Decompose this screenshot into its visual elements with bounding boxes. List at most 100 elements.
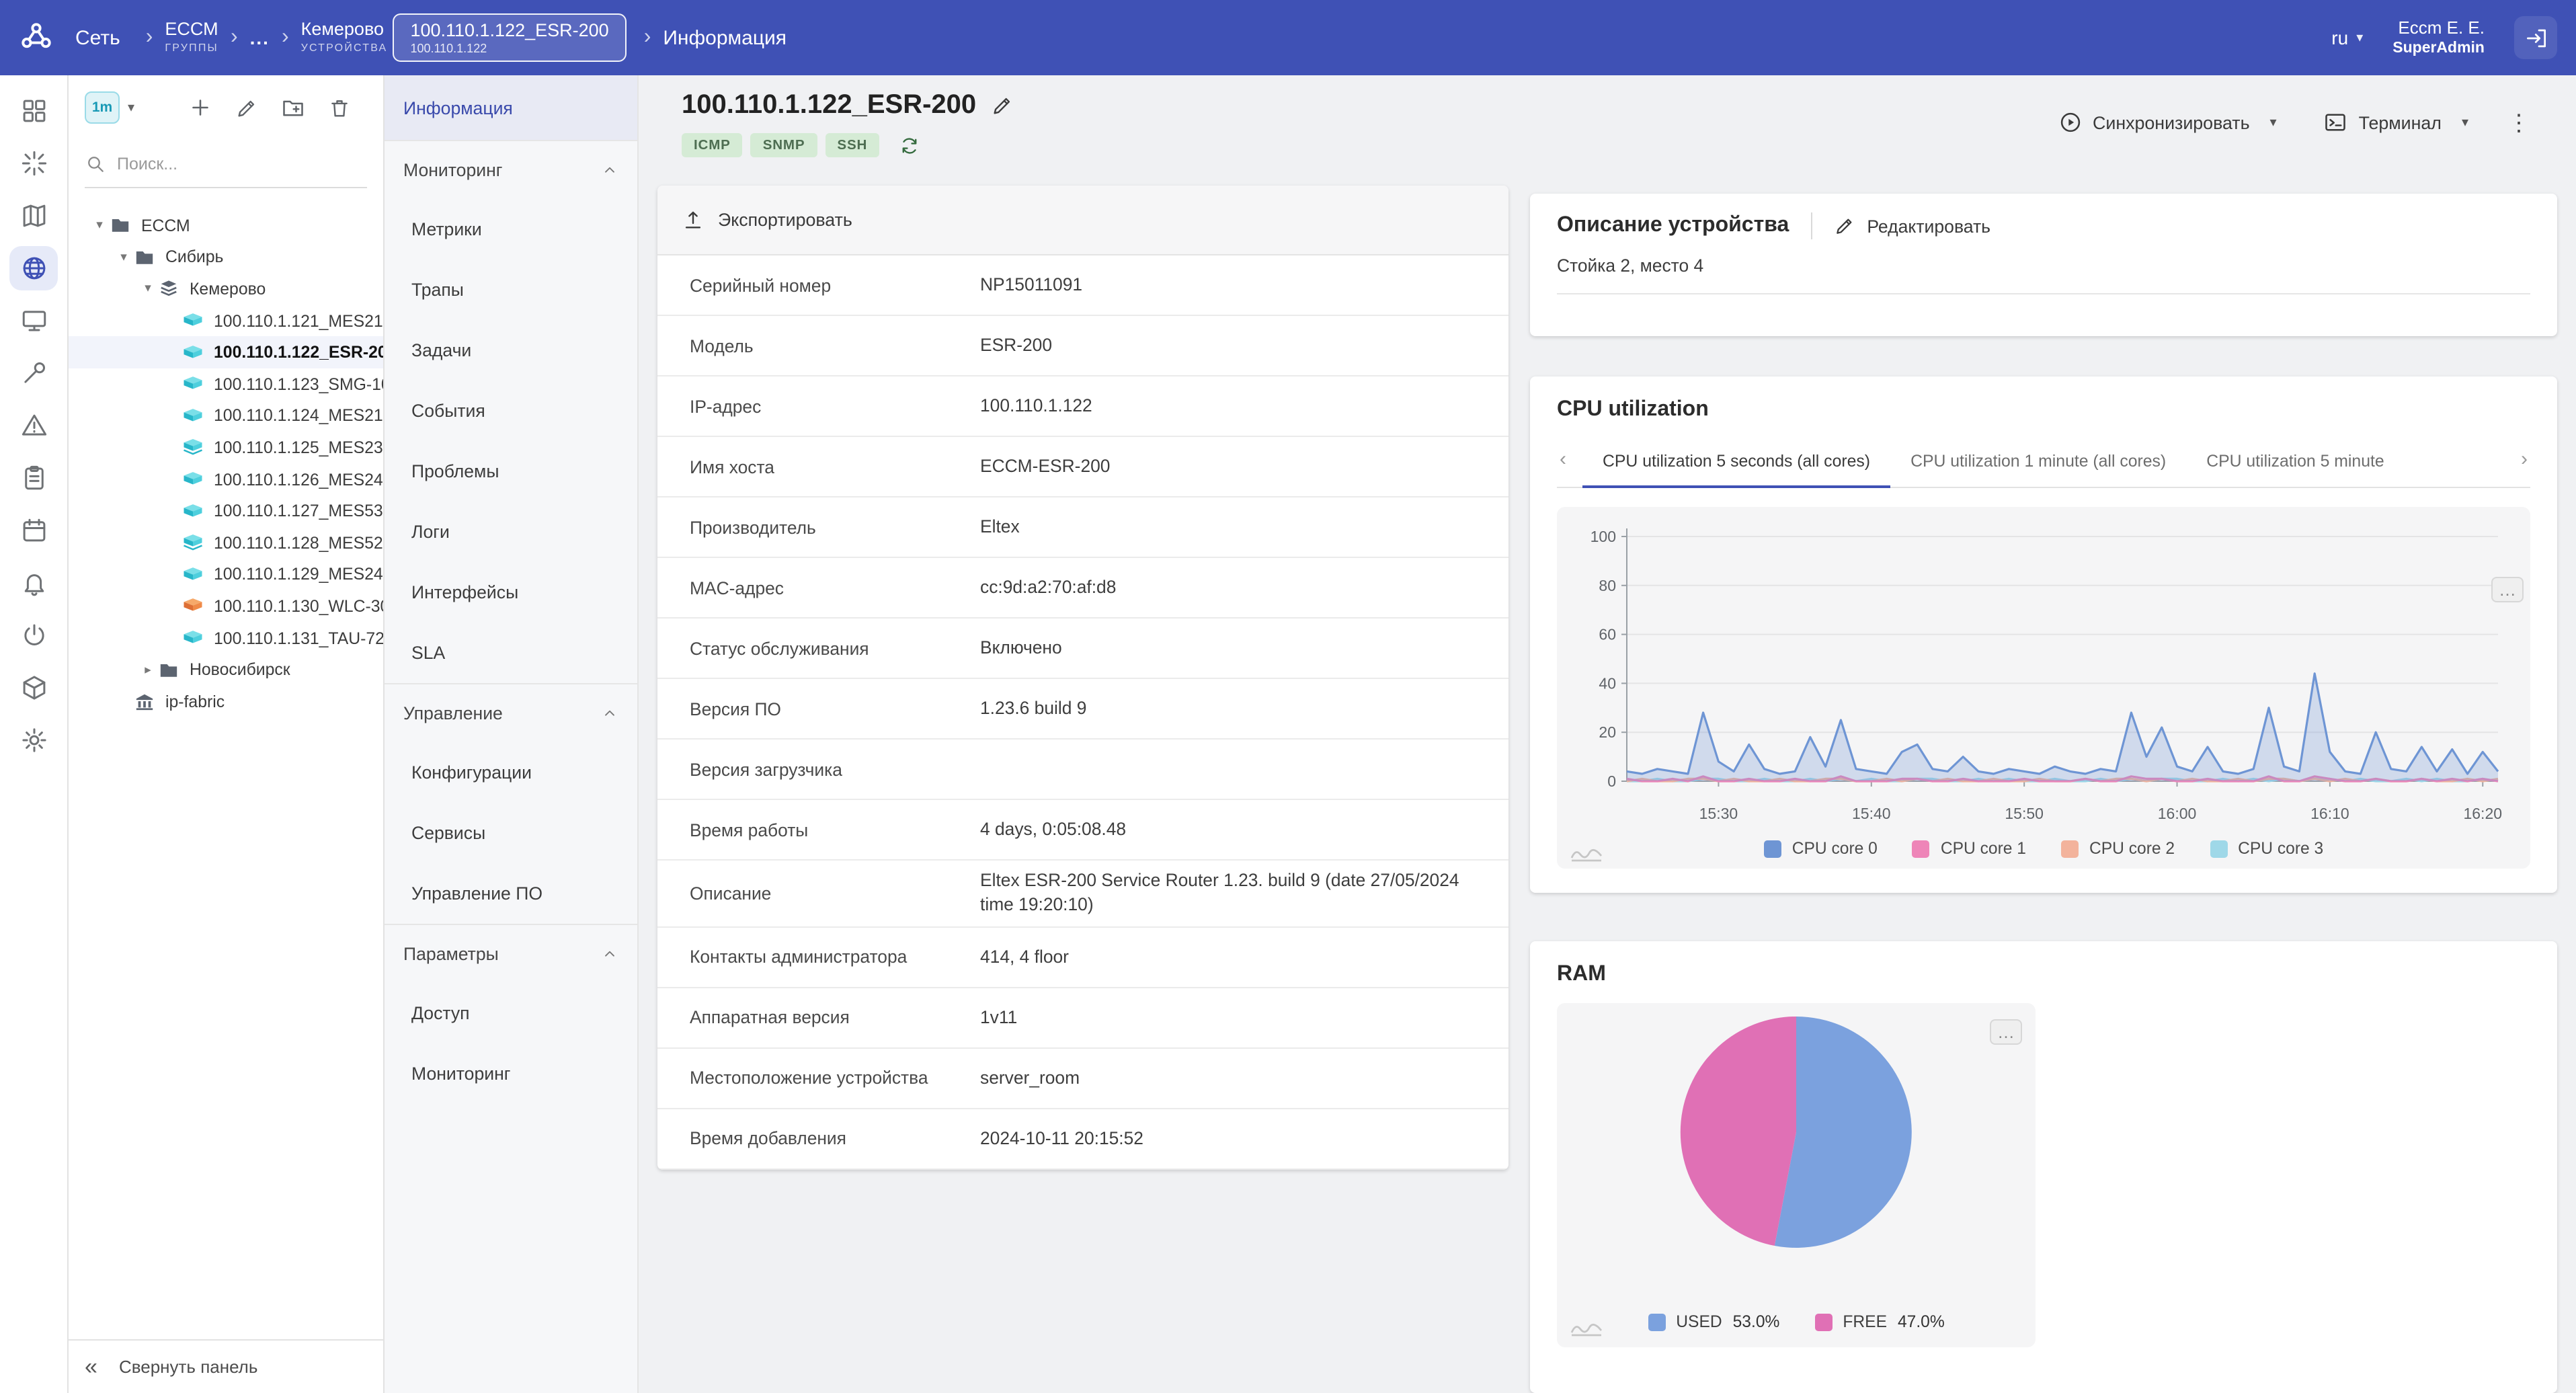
tree-caret-icon[interactable]: ▸ [138, 662, 157, 677]
subnav-item[interactable]: Сервисы [385, 803, 637, 863]
subnav-item[interactable]: Интерфейсы [385, 562, 637, 623]
more-actions-button[interactable]: ⋮ [2497, 108, 2541, 136]
user-menu[interactable]: Eccm E. E. SuperAdmin [2392, 17, 2485, 58]
subnav-item[interactable]: Мониторинг [385, 1043, 637, 1104]
rail-item-maps[interactable] [9, 194, 58, 238]
tree-node[interactable]: 100.110.1.127_MES531 [69, 495, 383, 527]
subnav-item[interactable]: Трапы [385, 260, 637, 320]
language-selector[interactable]: ru ▾ [2331, 27, 2363, 48]
tree-node[interactable]: 100.110.1.126_MES242 [69, 464, 383, 495]
tree-node[interactable]: 100.110.1.121_MES212 [69, 305, 383, 337]
subnav-item[interactable]: Задачи [385, 320, 637, 381]
cpu-tab[interactable]: CPU utilization 5 minute [2186, 436, 2390, 487]
subnav-section[interactable]: Мониторинг [385, 140, 637, 199]
synchronize-caret-button[interactable]: ▾ [2261, 107, 2286, 138]
dashboard-icon [19, 97, 48, 125]
tree-search [85, 140, 367, 188]
subnav-section[interactable]: Параметры [385, 924, 637, 983]
add-button[interactable] [188, 95, 212, 120]
tree-caret-icon[interactable]: ▾ [138, 282, 157, 296]
export-button[interactable]: Экспортировать [682, 208, 852, 231]
info-row-value: ECCM-ESR-200 [980, 455, 1111, 476]
rail-item-dashboard[interactable] [9, 89, 58, 133]
tree-node[interactable]: 100.110.1.123_SMG-10 [69, 368, 383, 400]
collapse-panel-button[interactable]: « Свернуть панель [69, 1339, 383, 1393]
tree-node[interactable]: 100.110.1.131_TAU-72.1 [69, 622, 383, 653]
logout-button[interactable] [2514, 16, 2557, 59]
rail-item-problems[interactable] [9, 403, 58, 448]
rail-item-notifications[interactable] [9, 561, 58, 605]
legend-item[interactable]: FREE 47.0% [1814, 1312, 1945, 1331]
ram-chart-menu-button[interactable]: … [1990, 1019, 2022, 1045]
breadcrumb-groups[interactable]: ЕССМ ГРУППЫ [165, 19, 218, 54]
subnav-item[interactable]: Проблемы [385, 441, 637, 502]
tree-node[interactable]: 100.110.1.124_MES212 [69, 400, 383, 432]
tree-node[interactable]: ▾ ЕССМ [69, 210, 383, 241]
polling-interval-badge[interactable]: 1m [85, 91, 120, 124]
cpu-tab[interactable]: CPU utilization 5 seconds (all cores) [1582, 436, 1891, 488]
tree-node[interactable]: ▾ Кемерово [69, 273, 383, 305]
legend-item[interactable]: CPU core 3 [2210, 839, 2323, 858]
subnav-item[interactable]: Логи [385, 502, 637, 562]
cpu-chart-menu-button[interactable]: … [2491, 577, 2524, 602]
rail-item-firmware[interactable] [9, 666, 58, 710]
rail-item-power[interactable] [9, 613, 58, 658]
legend-item[interactable]: CPU core 2 [2061, 839, 2175, 858]
subnav-section[interactable]: Управление [385, 683, 637, 742]
tree-node[interactable]: ▸ Новосибирск [69, 654, 383, 686]
breadcrumb-devices[interactable]: Кемерово УСТРОЙСТВА [301, 19, 388, 54]
synchronize-button[interactable]: Синхронизировать [2047, 102, 2261, 143]
refresh-status-icon[interactable] [898, 134, 921, 157]
terminal-caret-button[interactable]: ▾ [2452, 107, 2478, 138]
terminal-button[interactable]: Терминал [2313, 102, 2452, 143]
app-logo-icon[interactable] [19, 20, 54, 55]
subnav-item[interactable]: Конфигурации [385, 742, 637, 803]
tree-node[interactable]: 100.110.1.125_MES232 [69, 432, 383, 463]
rail-item-devices[interactable] [9, 298, 58, 343]
search-input[interactable] [117, 154, 367, 173]
edit-button[interactable] [235, 96, 258, 119]
tabs-scroll-right-button[interactable]: › [2507, 447, 2530, 475]
tree-node[interactable]: 100.110.1.128_MES5200 [69, 527, 383, 559]
subnav-item[interactable]: Доступ [385, 983, 637, 1043]
legend-item[interactable]: USED 53.0% [1648, 1312, 1779, 1331]
info-row-value: server_room [980, 1067, 1080, 1088]
tree-node[interactable]: 100.110.1.130_WLC-30 [69, 590, 383, 622]
breadcrumb-ellipsis[interactable]: ... [250, 27, 270, 48]
tree-node[interactable]: ▾ Сибирь [69, 241, 383, 273]
delete-button[interactable] [328, 96, 351, 119]
legend-item[interactable]: CPU core 0 [1763, 839, 1878, 858]
info-row-value: 414, 4 floor [980, 946, 1069, 967]
device-tree-panel: 1m ▾ ▾ ЕССМ ▾ Сибирь ▾ Кемерово 100.110.1.121_… [69, 75, 385, 1393]
subnav-item[interactable]: Управление ПО [385, 863, 637, 924]
device-chip[interactable]: 100.110.1.122_ESR-200 100.110.1.122 [393, 13, 627, 63]
tree-node[interactable]: ip-fabric [69, 686, 383, 717]
edit-description-button[interactable]: Редактировать [1833, 215, 1990, 237]
tree-caret-icon[interactable]: ▾ [114, 250, 133, 265]
rail-item-network[interactable] [9, 246, 58, 290]
info-row: Версия ПО 1.23.6 build 9 [657, 679, 1508, 740]
rail-item-calendar[interactable] [9, 508, 58, 553]
subnav-item[interactable]: Информация [385, 75, 637, 140]
rail-item-tools[interactable] [9, 351, 58, 395]
rail-item-incidents[interactable] [9, 141, 58, 186]
tree-node[interactable]: 100.110.1.122_ESR-200 [69, 336, 383, 368]
subnav-item[interactable]: SLA [385, 623, 637, 683]
edit-device-name-button[interactable] [991, 93, 1014, 116]
interval-caret-icon[interactable]: ▾ [128, 100, 134, 115]
move-to-group-button[interactable] [281, 95, 305, 120]
tree-node-label: Кемерово [190, 279, 266, 298]
subnav-item[interactable]: Метрики [385, 199, 637, 260]
tree-node-label: 100.110.1.128_MES5200 [214, 533, 383, 553]
tree-node[interactable]: 100.110.1.129_MES242 [69, 559, 383, 590]
legend-item[interactable]: CPU core 1 [1912, 839, 2026, 858]
rail-item-settings[interactable] [9, 718, 58, 762]
device-header: 100.110.1.122_ESR-200 ICMP SNMP SSH Синхро… [639, 75, 2576, 175]
subnav-item[interactable]: События [385, 381, 637, 441]
nav-network-label[interactable]: Сеть [75, 26, 120, 49]
tree-caret-icon[interactable]: ▾ [90, 218, 109, 233]
cpu-tab[interactable]: CPU utilization 1 minute (all cores) [1890, 436, 2186, 487]
rail-item-tasks[interactable] [9, 456, 58, 500]
tree-node-label: 100.110.1.130_WLC-30 [214, 596, 383, 616]
tabs-scroll-left-button[interactable]: ‹ [1557, 447, 1582, 475]
